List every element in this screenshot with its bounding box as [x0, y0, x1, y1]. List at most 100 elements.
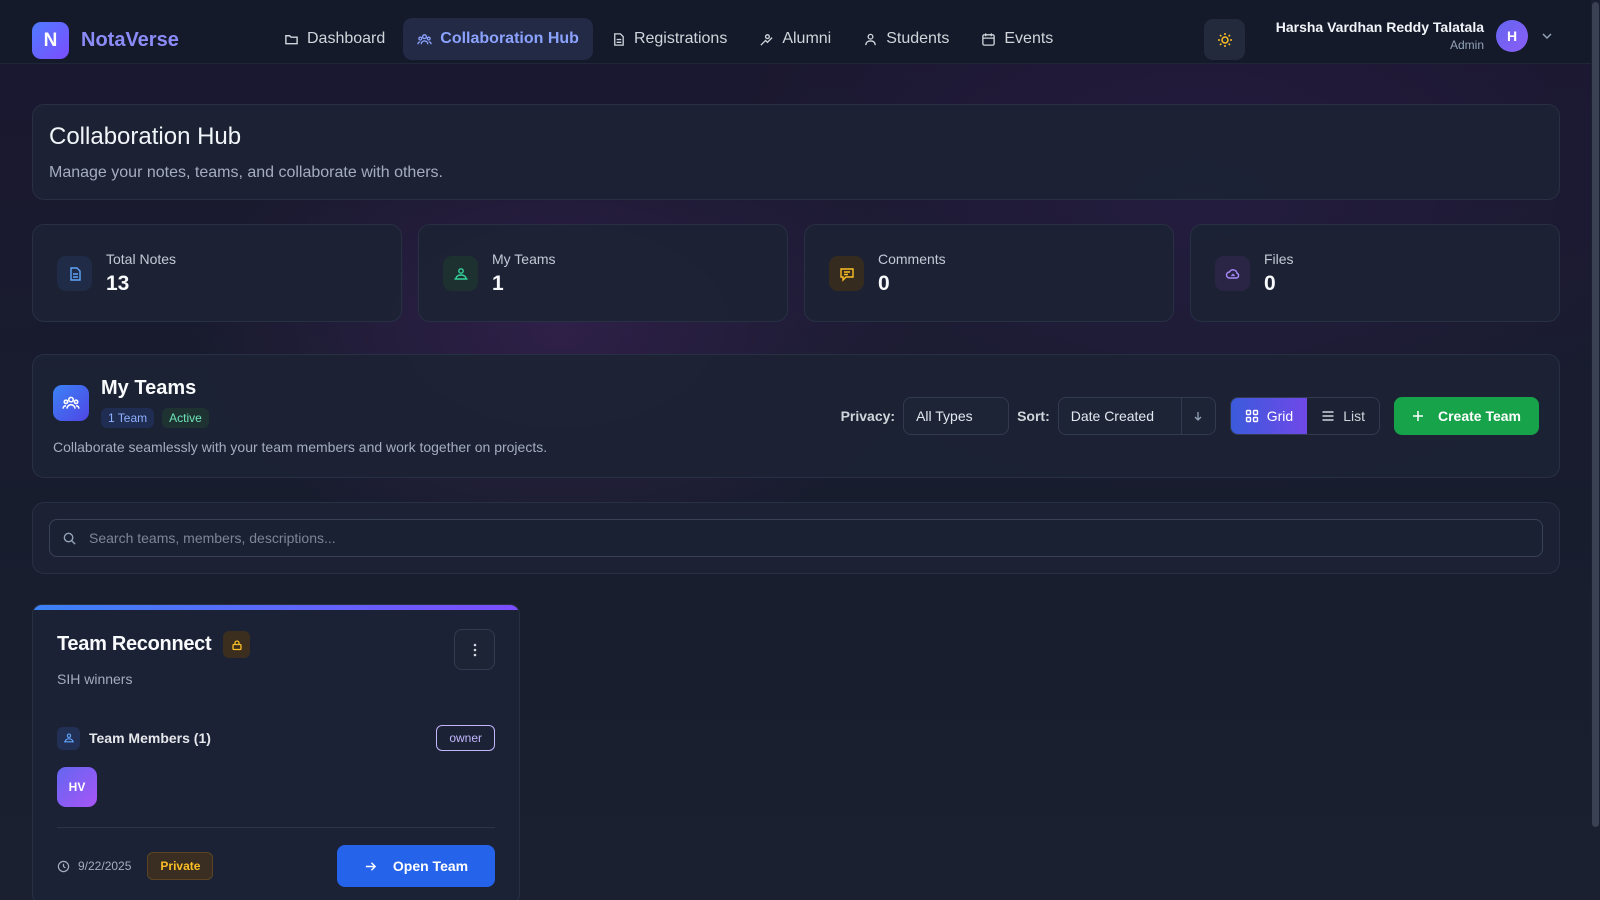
nav-collaboration-hub[interactable]: Collaboration Hub	[403, 18, 593, 60]
app-name: NotaVerse	[81, 29, 179, 51]
nav-dashboard[interactable]: Dashboard	[270, 18, 399, 60]
role-badge: owner	[436, 725, 495, 751]
grid-label: Grid	[1266, 408, 1294, 424]
my-teams-section: My Teams 1 Team Active Collaborate seaml…	[32, 354, 1560, 478]
sort-value: Date Created	[1070, 408, 1155, 424]
privacy-label: Privacy:	[840, 408, 896, 424]
user-menu[interactable]: Harsha Vardhan Reddy Talatala Admin H	[1276, 19, 1554, 52]
team-members-header: Team Members (1) owner	[57, 725, 495, 751]
page-title: Collaboration Hub	[49, 123, 242, 150]
status-badge: Active	[162, 408, 209, 428]
list-view-button[interactable]: List	[1307, 398, 1379, 434]
sort-label: Sort:	[1017, 408, 1050, 424]
page-scrollbar[interactable]	[1591, 0, 1600, 900]
nav-label: Alumni	[782, 30, 832, 47]
privacy-badge: Private	[147, 852, 214, 880]
stat-label: Total Notes	[106, 251, 177, 267]
document-icon	[614, 32, 624, 46]
notes-icon	[57, 256, 92, 291]
chevron-down-icon[interactable]	[1540, 29, 1554, 43]
view-toggle: Grid List	[1229, 397, 1380, 435]
search-field[interactable]	[49, 519, 1543, 557]
cloud-icon	[1215, 256, 1250, 291]
stat-value: 0	[878, 272, 890, 295]
main-nav: Dashboard Collaboration Hub Registration…	[270, 18, 1067, 60]
comment-icon	[829, 256, 864, 291]
search-icon	[63, 532, 76, 545]
teams-controls: Privacy: All Types Sort: Date Created Gr…	[841, 397, 1539, 435]
nav-label: Registrations	[633, 30, 728, 47]
stat-value: 13	[106, 272, 130, 295]
user-name: Harsha Vardhan Reddy Talatala	[1275, 19, 1484, 35]
sort-direction-button[interactable]	[1180, 397, 1215, 435]
teams-icon	[53, 385, 89, 421]
card-footer: 9/22/2025 Private Open Team	[57, 845, 495, 887]
team-name: Team Reconnect	[57, 633, 212, 655]
sort-select[interactable]: Date Created	[1057, 397, 1216, 435]
open-team-button[interactable]: Open Team	[337, 845, 495, 887]
stats-row: Total Notes 13 My Teams 1 Comments 0 Fil…	[32, 224, 1560, 322]
stat-my-teams: My Teams 1	[418, 224, 788, 322]
user-role: Admin	[1449, 38, 1484, 52]
stat-total-notes: Total Notes 13	[32, 224, 402, 322]
avatar[interactable]: H	[1496, 19, 1528, 52]
stat-label: My Teams	[492, 251, 556, 267]
top-navbar: N NotaVerse Dashboard Collaboration Hub …	[0, 0, 1600, 64]
create-team-label: Create Team	[1437, 408, 1521, 424]
nav-label: Students	[886, 30, 950, 47]
nav-events[interactable]: Events	[967, 18, 1067, 60]
lock-icon	[223, 631, 251, 658]
open-team-label: Open Team	[392, 858, 469, 874]
nav-label: Collaboration Hub	[440, 30, 579, 47]
nav-alumni[interactable]: Alumni	[745, 18, 845, 60]
stat-files: Files 0	[1190, 224, 1560, 322]
stat-label: Files	[1264, 251, 1294, 267]
calendar-icon	[982, 32, 996, 46]
team-title-row: Team Reconnect	[57, 631, 251, 658]
members-icon	[57, 726, 80, 750]
create-team-button[interactable]: Create Team	[1393, 397, 1539, 435]
section-title: My Teams	[101, 377, 197, 399]
team-options-button[interactable]	[454, 629, 495, 670]
app-logo[interactable]: N NotaVerse	[32, 22, 179, 59]
stat-value: 1	[492, 272, 504, 295]
folder-icon	[285, 34, 298, 44]
scroll-thumb[interactable]	[1592, 2, 1599, 827]
team-description: SIH winners	[57, 671, 133, 687]
nav-registrations[interactable]: Registrations	[597, 18, 741, 60]
arrow-right-icon	[365, 861, 377, 871]
nav-label: Events	[1004, 30, 1054, 47]
grid-view-button[interactable]: Grid	[1230, 398, 1308, 434]
stat-comments: Comments 0	[804, 224, 1174, 322]
team-icon	[443, 256, 478, 291]
users-icon	[417, 33, 432, 44]
page-header: Collaboration Hub Manage your notes, tea…	[32, 104, 1560, 200]
stat-label: Comments	[878, 251, 946, 267]
search-section	[32, 502, 1560, 574]
main-content: Collaboration Hub Manage your notes, tea…	[32, 104, 1560, 900]
team-card[interactable]: Team Reconnect SIH winners Team Members …	[32, 604, 520, 900]
arrow-down-icon	[1194, 412, 1202, 421]
nav-students[interactable]: Students	[849, 18, 963, 60]
stat-value: 0	[1264, 272, 1276, 295]
plus-icon	[1412, 411, 1423, 421]
search-input[interactable]	[89, 530, 1489, 546]
user-icon	[865, 33, 877, 45]
alumni-icon	[760, 33, 773, 46]
team-count-badge: 1 Team	[101, 408, 155, 428]
user-info: Harsha Vardhan Reddy Talatala Admin	[1276, 19, 1484, 52]
member-avatar[interactable]: HV	[57, 767, 97, 807]
theme-toggle-button[interactable]	[1204, 19, 1245, 60]
logo-mark: N	[32, 22, 69, 59]
list-label: List	[1343, 408, 1365, 424]
created-date: 9/22/2025	[57, 859, 131, 873]
page-subtitle: Manage your notes, teams, and collaborat…	[49, 164, 443, 181]
clock-icon	[57, 860, 70, 872]
date-text: 9/22/2025	[78, 859, 132, 873]
section-badges: 1 Team Active	[101, 408, 209, 428]
section-description: Collaborate seamlessly with your team me…	[53, 439, 548, 455]
privacy-select[interactable]: All Types	[903, 397, 1010, 435]
list-icon	[1322, 411, 1334, 421]
sun-icon	[1217, 32, 1232, 47]
nav-label: Dashboard	[307, 30, 386, 47]
